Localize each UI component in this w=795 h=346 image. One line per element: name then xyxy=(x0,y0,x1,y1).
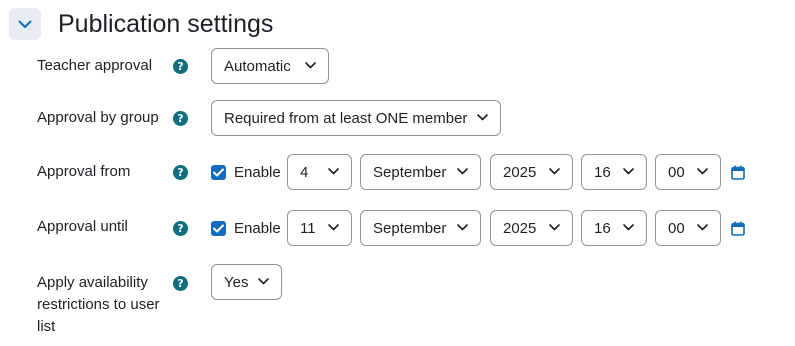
approval-until-row: Approval until ? Enable 11 September 202… xyxy=(0,210,795,246)
chevron-down-icon xyxy=(18,20,32,28)
approval-from-label: Approval from xyxy=(37,163,131,180)
chevron-down-icon xyxy=(258,278,269,285)
approval-until-minute-select[interactable]: 00 xyxy=(655,210,721,246)
chevron-down-icon xyxy=(477,114,488,121)
day-value: 11 xyxy=(300,219,316,237)
availability-label: Apply availability restrictions to user … xyxy=(37,272,167,338)
chevron-down-icon xyxy=(549,168,560,175)
approval-until-year-select[interactable]: 2025 xyxy=(490,210,573,246)
checkbox-checked[interactable] xyxy=(211,221,226,236)
minute-value: 00 xyxy=(668,219,685,237)
approval-by-group-row: Approval by group ? Required from at lea… xyxy=(0,100,795,136)
section-header: Publication settings xyxy=(9,8,273,40)
approval-from-hour-select[interactable]: 16 xyxy=(581,154,647,190)
teacher-approval-select[interactable]: Automatic xyxy=(211,48,329,84)
chevron-down-icon xyxy=(328,224,339,231)
chevron-down-icon xyxy=(305,62,316,69)
teacher-approval-value: Automatic xyxy=(224,57,291,75)
question-mark-circle-icon[interactable]: ? xyxy=(173,165,188,180)
chevron-down-icon xyxy=(623,168,634,175)
month-value: September xyxy=(373,219,447,237)
chevron-down-icon xyxy=(457,224,468,231)
checkmark-icon xyxy=(213,224,224,233)
approval-by-group-select[interactable]: Required from at least ONE member xyxy=(211,100,501,136)
approval-by-group-label: Approval by group xyxy=(37,109,159,126)
approval-until-hour-select[interactable]: 16 xyxy=(581,210,647,246)
approval-from-year-select[interactable]: 2025 xyxy=(490,154,573,190)
teacher-approval-label: Teacher approval xyxy=(37,57,153,74)
approval-from-day-select[interactable]: 4 xyxy=(287,154,352,190)
approval-until-day-select[interactable]: 11 xyxy=(287,210,352,246)
day-value: 4 xyxy=(300,163,309,181)
availability-label-line: list xyxy=(37,318,56,335)
teacher-approval-row: Teacher approval ? Automatic xyxy=(0,48,795,84)
chevron-down-icon xyxy=(328,168,339,175)
approval-by-group-value: Required from at least ONE member xyxy=(224,109,468,127)
enable-label: Enable xyxy=(234,164,281,181)
availability-row: Apply availability restrictions to user … xyxy=(0,264,795,340)
availability-select[interactable]: Yes xyxy=(211,264,282,300)
availability-label-line: restrictions to user xyxy=(37,296,160,313)
minute-value: 00 xyxy=(668,163,685,181)
question-mark-circle-icon[interactable]: ? xyxy=(173,276,188,291)
approval-from-month-select[interactable]: September xyxy=(360,154,481,190)
approval-from-enable-checkbox[interactable]: Enable xyxy=(211,164,281,181)
approval-from-minute-select[interactable]: 00 xyxy=(655,154,721,190)
question-mark-circle-icon[interactable]: ? xyxy=(173,221,188,236)
year-value: 2025 xyxy=(503,219,537,237)
calendar-icon[interactable] xyxy=(731,221,745,236)
question-mark-circle-icon[interactable]: ? xyxy=(173,59,188,74)
collapse-section-button[interactable] xyxy=(9,8,41,40)
chevron-down-icon xyxy=(549,224,560,231)
chevron-down-icon xyxy=(697,168,708,175)
chevron-down-icon xyxy=(697,224,708,231)
section-title: Publication settings xyxy=(58,10,274,38)
availability-label-line: Apply availability xyxy=(37,274,148,291)
year-value: 2025 xyxy=(503,163,537,181)
month-value: September xyxy=(373,163,447,181)
approval-until-month-select[interactable]: September xyxy=(360,210,481,246)
approval-until-label: Approval until xyxy=(37,218,128,235)
enable-label: Enable xyxy=(234,220,281,237)
approval-until-enable-checkbox[interactable]: Enable xyxy=(211,220,281,237)
question-mark-circle-icon[interactable]: ? xyxy=(173,111,188,126)
hour-value: 16 xyxy=(594,163,611,181)
checkbox-checked[interactable] xyxy=(211,165,226,180)
availability-value: Yes xyxy=(224,273,249,291)
hour-value: 16 xyxy=(594,219,611,237)
approval-from-row: Approval from ? Enable 4 September 2025 … xyxy=(0,154,795,190)
checkmark-icon xyxy=(213,168,224,177)
chevron-down-icon xyxy=(457,168,468,175)
chevron-down-icon xyxy=(623,224,634,231)
calendar-icon[interactable] xyxy=(731,165,745,180)
